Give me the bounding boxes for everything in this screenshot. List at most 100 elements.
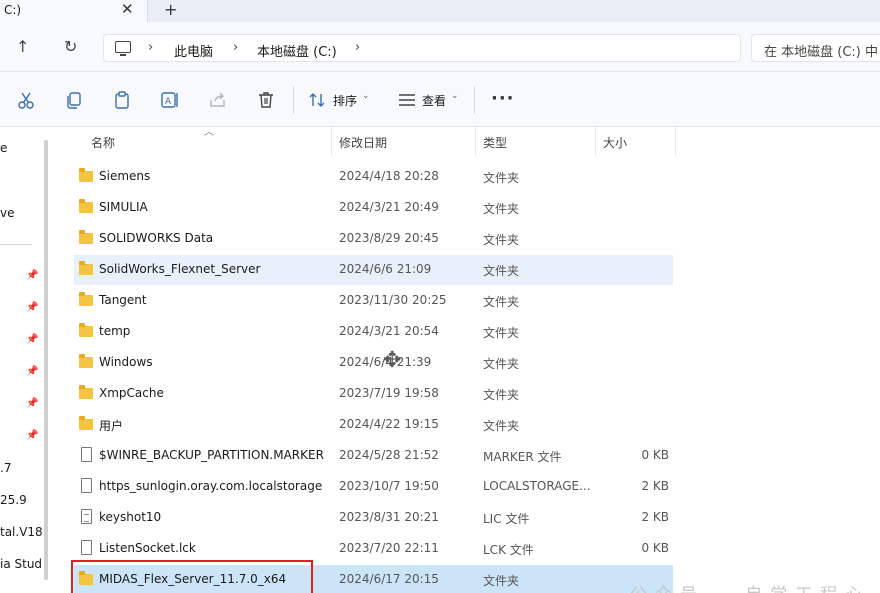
- file-type: 文件夹: [483, 295, 520, 309]
- pin-icon[interactable]: 📌: [26, 334, 38, 345]
- file-row[interactable]: Siemens 2024/4/18 20:28 文件夹: [74, 162, 673, 192]
- chevron-right-icon: ›: [233, 40, 239, 55]
- address-bar[interactable]: › 此电脑 › 本地磁盘 (C:) ›: [103, 34, 741, 62]
- file-row[interactable]: temp 2024/3/21 20:54 文件夹: [74, 317, 673, 347]
- file-row[interactable]: $WINRE_BACKUP_PARTITION.MARKER 2024/5/28 …: [74, 441, 673, 471]
- file-type: 文件夹: [483, 574, 520, 588]
- column-header-date[interactable]: 修改日期: [339, 134, 387, 162]
- pin-icon[interactable]: 📌: [26, 430, 38, 441]
- cut-icon[interactable]: [16, 90, 36, 110]
- delete-icon[interactable]: [256, 90, 276, 110]
- view-button[interactable]: 查看: [422, 92, 446, 109]
- folder-icon: [79, 261, 93, 275]
- file-modified-date: 2023/11/30 20:25: [339, 293, 447, 307]
- folder-icon: [79, 199, 93, 213]
- sort-ascending-icon: ︿: [204, 127, 214, 138]
- address-row: ↑ ↻ › 此电脑 › 本地磁盘 (C:) › 在 本地磁盘 (C:) 中: [0, 22, 880, 72]
- column-header-type[interactable]: 类型: [483, 134, 507, 162]
- command-bar: A 排序 ⌄ 查看 ⌄ ···: [0, 72, 880, 127]
- file-row[interactable]: SIMULIA 2024/3/21 20:49 文件夹: [74, 193, 673, 223]
- search-box[interactable]: 在 本地磁盘 (C:) 中: [751, 34, 880, 62]
- file-modified-date: 2024/6/6 21:09: [339, 262, 432, 276]
- file-type: 文件夹: [483, 326, 520, 340]
- svg-text:A: A: [165, 97, 172, 107]
- file-name: SOLIDWORKS Data: [99, 231, 214, 245]
- pin-icon[interactable]: 📌: [26, 366, 38, 377]
- pin-icon[interactable]: 📌: [26, 302, 38, 313]
- file-row[interactable]: Windows 2024/6/4 21:39 文件夹: [74, 348, 673, 378]
- column-header-name[interactable]: 名称: [91, 134, 115, 162]
- file-row[interactable]: keyshot10 2023/8/31 20:21 LIC 文件 2 KB: [74, 503, 673, 533]
- file-size: 0 KB: [641, 541, 669, 555]
- file-type: 文件夹: [483, 264, 520, 278]
- chevron-down-icon[interactable]: ⌄: [451, 91, 459, 101]
- nav-item-fragment[interactable]: e: [0, 141, 7, 155]
- file-modified-date: 2024/6/17 20:15: [339, 572, 439, 586]
- file-modified-date: 2024/4/22 19:15: [339, 417, 439, 431]
- rename-icon[interactable]: A: [160, 90, 180, 110]
- folder-icon: [79, 354, 93, 368]
- nav-item-fragment[interactable]: ia Stud: [0, 557, 42, 571]
- file-modified-date: 2024/3/21 20:54: [339, 324, 439, 338]
- file-type: LIC 文件: [483, 512, 530, 526]
- file-type: MARKER 文件: [483, 450, 562, 464]
- watermark-text: 公众号 · 自学工程心: [630, 580, 870, 593]
- tab-local-disk[interactable]: C:) ✕: [0, 0, 148, 22]
- refresh-icon[interactable]: ↻: [64, 37, 77, 56]
- column-separator[interactable]: [331, 127, 332, 155]
- file-type: 文件夹: [483, 419, 520, 433]
- copy-icon[interactable]: [64, 90, 84, 110]
- file-name: Tangent: [99, 293, 147, 307]
- file-name: Windows: [99, 355, 153, 369]
- up-arrow-icon[interactable]: ↑: [16, 37, 29, 56]
- chevron-down-icon[interactable]: ⌄: [362, 91, 370, 101]
- file-name: Siemens: [99, 169, 151, 183]
- file-name: temp: [99, 324, 131, 338]
- column-separator[interactable]: [675, 127, 676, 155]
- paste-icon[interactable]: [112, 90, 132, 110]
- nav-item-fragment[interactable]: tal.V18: [0, 525, 43, 539]
- folder-icon: [79, 230, 93, 244]
- new-tab-button[interactable]: +: [164, 0, 177, 19]
- file-modified-date: 2023/8/29 20:45: [339, 231, 439, 245]
- file-icon: [81, 447, 92, 462]
- folder-icon: [79, 416, 93, 430]
- share-icon[interactable]: [208, 90, 228, 110]
- file-row[interactable]: SolidWorks_Flexnet_Server 2024/6/6 21:09 文…: [74, 255, 673, 285]
- file-name: SIMULIA: [99, 200, 148, 214]
- column-separator[interactable]: [595, 127, 596, 155]
- pin-icon[interactable]: 📌: [26, 398, 38, 409]
- file-modified-date: 2024/5/28 21:52: [339, 448, 439, 462]
- file-type: 文件夹: [483, 388, 520, 402]
- more-options-button[interactable]: ···: [491, 88, 515, 109]
- file-type: LOCALSTORAGE...: [483, 479, 591, 493]
- folder-icon: [79, 385, 93, 399]
- nav-item-fragment[interactable]: .7: [0, 461, 11, 475]
- file-size: 2 KB: [641, 510, 669, 524]
- column-header-size[interactable]: 大小: [603, 134, 627, 162]
- file-row[interactable]: https_sunlogin.oray.com.localstorage 2023…: [74, 472, 673, 502]
- pin-icon[interactable]: 📌: [26, 270, 38, 281]
- file-row[interactable]: SOLIDWORKS Data 2023/8/29 20:45 文件夹: [74, 224, 673, 254]
- file-icon: [81, 540, 92, 555]
- file-row[interactable]: 用户 2024/4/22 19:15 文件夹: [74, 410, 673, 440]
- nav-item-fragment[interactable]: 25.9: [0, 493, 27, 507]
- breadcrumb-this-pc[interactable]: 此电脑: [174, 41, 213, 60]
- column-separator[interactable]: [475, 127, 476, 155]
- tab-close-button[interactable]: ✕: [121, 0, 134, 18]
- sort-icon[interactable]: [307, 90, 327, 110]
- nav-item-fragment[interactable]: ve: [0, 206, 14, 220]
- chevron-right-icon[interactable]: ›: [355, 40, 360, 55]
- view-icon[interactable]: [397, 90, 417, 110]
- file-row[interactable]: XmpCache 2023/7/19 19:58 文件夹: [74, 379, 673, 409]
- nav-divider: [0, 244, 32, 245]
- file-row[interactable]: Tangent 2023/11/30 20:25 文件夹: [74, 286, 673, 316]
- file-list: ︿ 名称 修改日期 类型 大小 Siemens 2024/4/18 20:28 文件…: [58, 127, 880, 593]
- sort-button[interactable]: 排序: [333, 92, 357, 109]
- file-icon: [81, 509, 92, 524]
- file-name: https_sunlogin.oray.com.localstorage: [99, 479, 323, 493]
- file-modified-date: 2023/7/20 22:11: [339, 541, 439, 555]
- file-name: $WINRE_BACKUP_PARTITION.MARKER: [99, 448, 324, 462]
- breadcrumb-local-disk[interactable]: 本地磁盘 (C:): [257, 41, 337, 60]
- navigation-scrollbar[interactable]: [44, 140, 48, 580]
